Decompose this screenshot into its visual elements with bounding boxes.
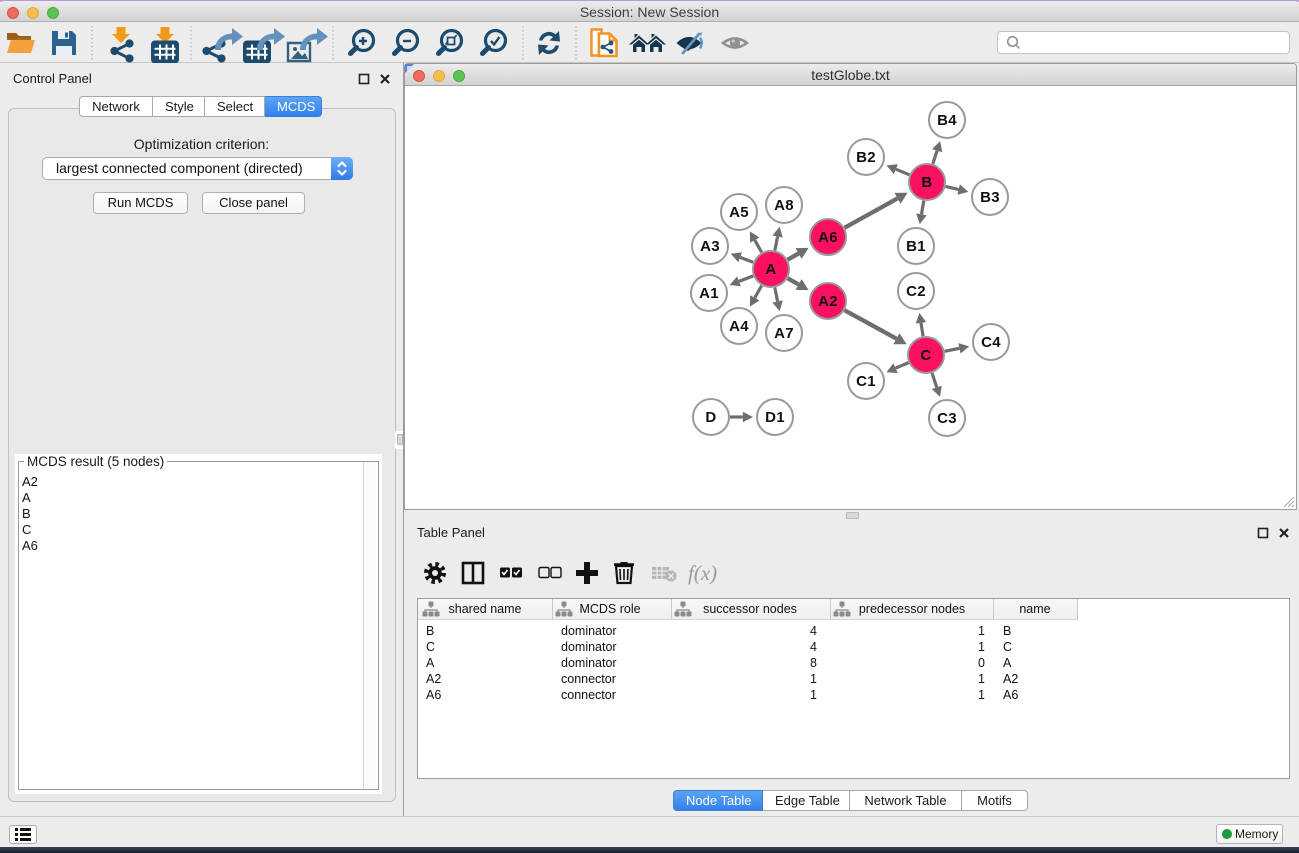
- svg-text:A7: A7: [774, 325, 794, 342]
- svg-text:D: D: [705, 409, 716, 426]
- svg-text:successor nodes: successor nodes: [703, 602, 797, 616]
- svg-text:A6: A6: [818, 229, 838, 246]
- svg-text:B: B: [921, 174, 932, 191]
- svg-text:A2: A2: [818, 293, 838, 310]
- svg-text:B3: B3: [980, 189, 1000, 206]
- svg-text:A4: A4: [729, 318, 749, 335]
- svg-text:MCDS role: MCDS role: [579, 602, 640, 616]
- svg-text:predecessor nodes: predecessor nodes: [859, 602, 965, 616]
- svg-text:B4: B4: [937, 112, 957, 129]
- svg-text:shared name: shared name: [449, 602, 522, 616]
- svg-text:C: C: [920, 347, 931, 364]
- svg-text:A: A: [765, 261, 776, 278]
- svg-text:C3: C3: [937, 410, 957, 427]
- svg-text:D1: D1: [765, 409, 785, 426]
- svg-text:B2: B2: [856, 149, 876, 166]
- svg-text:A1: A1: [699, 285, 719, 302]
- svg-text:C1: C1: [856, 373, 876, 390]
- svg-text:A3: A3: [700, 238, 720, 255]
- svg-text:name: name: [1019, 602, 1050, 616]
- svg-text:C2: C2: [906, 283, 926, 300]
- svg-text:B1: B1: [906, 238, 926, 255]
- svg-text:f(x): f(x): [688, 561, 717, 585]
- svg-text:A8: A8: [774, 197, 794, 214]
- svg-text:A5: A5: [729, 204, 749, 221]
- svg-text:C4: C4: [981, 334, 1001, 351]
